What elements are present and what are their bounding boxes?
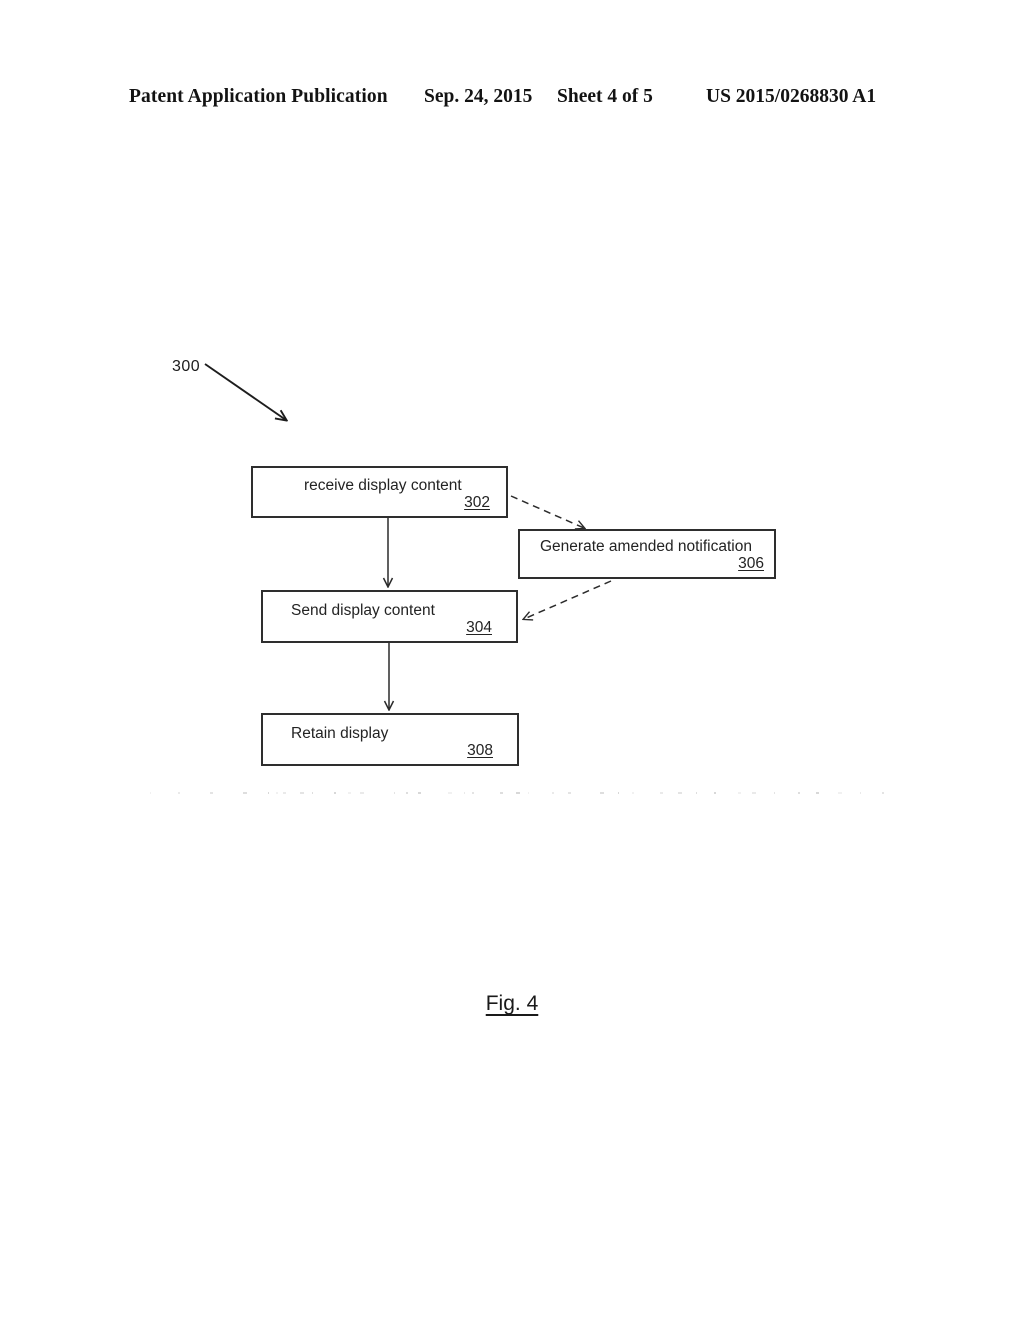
- flowchart-node-306[interactable]: Generate amended notification 306: [518, 529, 776, 579]
- flowchart-node-308[interactable]: Retain display 308: [261, 713, 519, 766]
- patent-drawing-page: Patent Application Publication Sep. 24, …: [0, 0, 1024, 1320]
- scan-artifact-band: [148, 790, 908, 800]
- flowchart-connectors: [204, 363, 612, 1320]
- connector-302-to-306: [510, 495, 584, 528]
- node-306-label: Generate amended notification: [540, 538, 752, 555]
- node-304-label: Send display content: [291, 602, 435, 619]
- flowchart-node-304[interactable]: Send display content 304: [261, 590, 518, 643]
- node-306-reference: 306: [738, 555, 764, 572]
- connector-306-to-304: [524, 580, 612, 619]
- node-304-reference: 304: [466, 619, 492, 636]
- node-308-reference: 308: [467, 742, 493, 759]
- flowchart-node-302[interactable]: receive display content 302: [251, 466, 508, 518]
- node-302-reference: 302: [464, 494, 490, 511]
- flowchart-diagram: 300 receive display content 302 Generate…: [0, 0, 1024, 1320]
- node-308-label: Retain display: [291, 725, 389, 742]
- diagram-reference-numeral-300: 300: [172, 358, 201, 375]
- connector-leader-300: [204, 363, 286, 420]
- figure-caption-text: Fig. 4: [485, 992, 539, 1015]
- figure-caption: Fig. 4: [0, 992, 1024, 1016]
- node-302-label: receive display content: [304, 477, 462, 494]
